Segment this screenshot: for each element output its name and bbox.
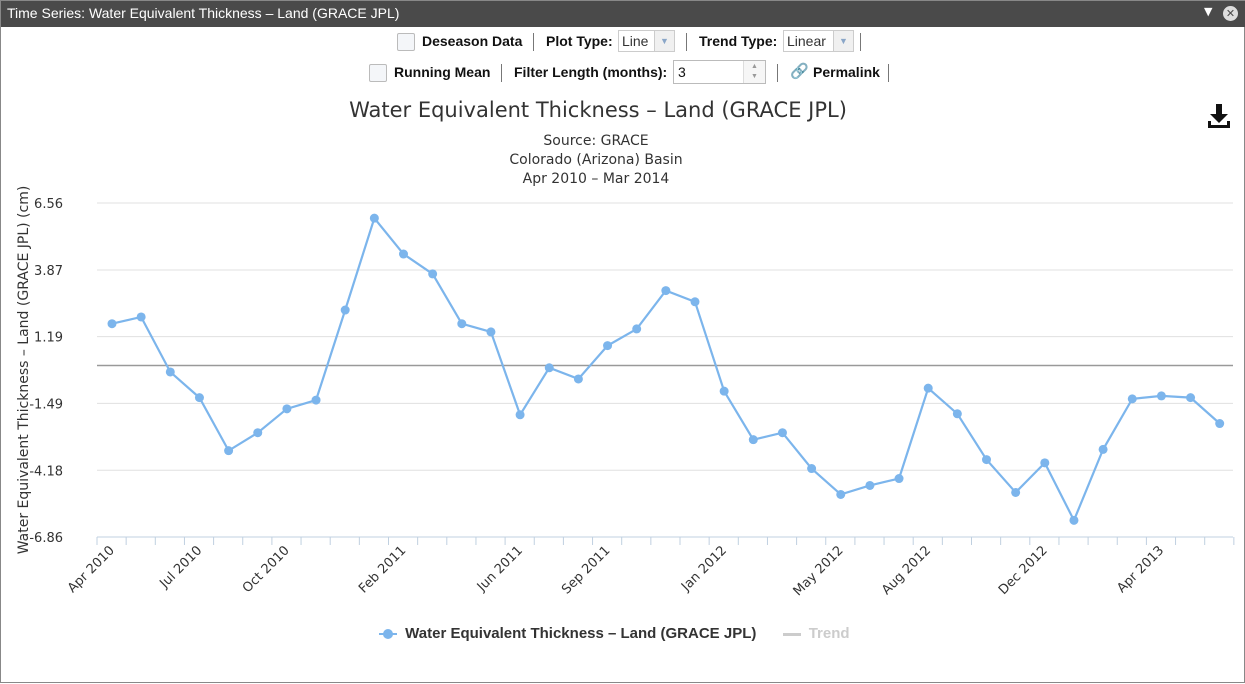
- data-point: [894, 474, 904, 484]
- y-tick-label: 3.87: [34, 264, 63, 279]
- data-point: [253, 428, 263, 438]
- data-point: [632, 324, 642, 334]
- data-point: [107, 319, 117, 329]
- data-point: [282, 404, 292, 414]
- data-point: [224, 446, 234, 456]
- data-point: [1127, 394, 1137, 404]
- data-point: [544, 363, 554, 373]
- data-point: [515, 410, 525, 420]
- data-point: [194, 393, 204, 403]
- series-line: [111, 215, 1221, 523]
- data-point: [807, 464, 817, 474]
- chart-plot-area: 6.56 3.87 1.19 -1.49 -4.18 -6.86Water Equival…: [16, 186, 1235, 599]
- y-tick-label: -6.86: [29, 531, 63, 546]
- x-tick-label: Aug 2012: [879, 543, 934, 598]
- data-point: [1186, 393, 1196, 403]
- data-point: [311, 395, 321, 405]
- x-tick-label: Apr 2013: [1114, 543, 1167, 596]
- x-tick-label: Apr 2010: [65, 543, 118, 596]
- data-point: [165, 367, 175, 377]
- legend-marker-main: [379, 629, 397, 640]
- data-point: [399, 249, 408, 259]
- data-point: [1156, 391, 1166, 401]
- data-point: [748, 435, 758, 445]
- data-point: [1011, 487, 1021, 497]
- y-tick-label: 1.19: [34, 331, 63, 346]
- data-point: [952, 409, 962, 419]
- x-tick-label: Dec 2012: [996, 543, 1051, 598]
- data-point: [369, 213, 379, 223]
- x-tick-label: Jul 2010: [157, 543, 206, 592]
- data-point: [136, 312, 146, 322]
- x-tick-label: Jun 2011: [474, 543, 526, 595]
- data-point: [428, 269, 438, 279]
- x-tick-label: Jan 2012: [678, 543, 730, 595]
- data-point: [340, 305, 350, 315]
- legend-marker-trend: [782, 632, 801, 636]
- data-point: [1215, 419, 1225, 429]
- data-point: [1069, 515, 1079, 525]
- data-point: [777, 428, 787, 438]
- data-point: [573, 374, 583, 384]
- x-tick-label: May 2012: [791, 543, 847, 599]
- x-tick-label: Feb 2011: [356, 543, 409, 596]
- legend-item-trend[interactable]: Trend: [809, 625, 850, 642]
- data-point: [719, 386, 729, 396]
- data-point: [865, 480, 875, 490]
- data-point: [690, 297, 700, 307]
- data-point: [982, 455, 991, 465]
- y-tick-label: -1.49: [29, 397, 63, 412]
- x-tick-label: Sep 2011: [559, 543, 613, 597]
- y-tick-label: 6.56: [34, 197, 63, 212]
- time-series-window: Time Series: Water Equivalent Thickness …: [0, 0, 1245, 683]
- x-tick-label: Oct 2010: [240, 543, 293, 596]
- y-axis-label: Water Equivalent Thickness – Land (GRACE…: [16, 186, 32, 555]
- data-point: [1098, 444, 1108, 454]
- data-point: [457, 319, 467, 329]
- data-point: [1040, 458, 1050, 468]
- chart-legend: Water Equivalent Thickness – Land (GRACE…: [379, 625, 850, 642]
- data-point: [486, 327, 496, 337]
- data-point: [923, 383, 933, 393]
- data-point: [603, 341, 613, 351]
- data-point: [836, 489, 846, 499]
- y-tick-label: -4.18: [29, 464, 63, 479]
- legend-item-main[interactable]: Water Equivalent Thickness – Land (GRACE…: [405, 625, 756, 642]
- data-point: [661, 286, 671, 296]
